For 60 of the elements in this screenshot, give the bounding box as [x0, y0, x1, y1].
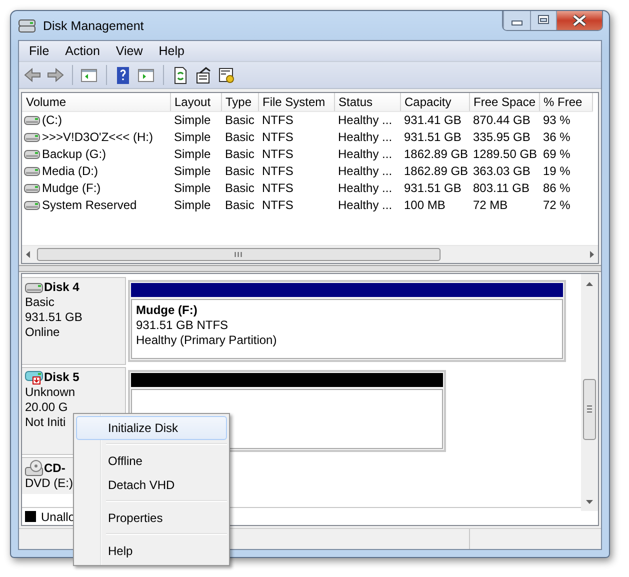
table-cell-text: Basic: [224, 129, 256, 146]
table-cell-text: 36 %: [542, 129, 572, 146]
table-cell-text: NTFS: [261, 163, 294, 180]
table-cell-text: Healthy ...: [337, 146, 394, 162]
disk-info: 20.00 G: [25, 400, 69, 415]
table-cell-text: 69 %: [542, 146, 572, 162]
disk-name: Disk 4: [44, 280, 80, 295]
table-cell: (C:): [42, 113, 62, 127]
table-cell-text: 931.51 GB: [403, 129, 462, 146]
disk-name: CD-: [44, 460, 66, 476]
table-cell-text: 72 %: [542, 197, 572, 214]
table-cell-text: NTFS: [261, 129, 294, 146]
table-cell-text: Basic: [224, 146, 256, 162]
table-cell-text: 335.95 GB: [472, 129, 532, 146]
table-cell-text: Basic: [224, 163, 256, 180]
table-cell-text: NTFS: [261, 180, 294, 196]
table-cell-text: Healthy ...: [337, 180, 394, 196]
disk-name: Disk 5: [44, 370, 80, 385]
table-cell-text: 100 MB: [403, 197, 446, 214]
window-title: Disk Management: [43, 18, 144, 32]
table-cell-text: 72 MB: [472, 197, 509, 214]
table-cell: Media (D:): [42, 164, 98, 178]
table-cell: 870.44 GB: [469, 111, 539, 128]
partition-title: Mudge (F:): [136, 303, 198, 318]
disk-info: Online: [25, 325, 61, 340]
table-cell: Backup (G:): [42, 147, 106, 161]
table-cell-text: Simple: [173, 146, 212, 162]
table-cell-text: Simple: [173, 180, 212, 196]
partition-info: Healthy (Primary Partition): [136, 333, 278, 348]
table-cell-text: 1289.50 GB: [472, 146, 538, 162]
table-cell-text: 931.51 GB: [403, 180, 462, 196]
disk-info: 931.51 GB: [25, 310, 84, 325]
table-cell-text: NTFS: [261, 146, 294, 162]
table-cell: Simple: [170, 111, 221, 128]
disk-info: Unknown: [25, 385, 76, 400]
table-cell: 931.41 GB: [400, 111, 469, 128]
table-cell: System Reserved: [42, 198, 137, 212]
table-cell: Mudge (F:): [42, 181, 101, 195]
table-cell-text: 363.03 GB: [472, 163, 532, 180]
table-cell-text: 86 %: [542, 180, 572, 196]
table-cell: 93 %: [539, 111, 592, 128]
table-cell-text: Healthy ...: [337, 163, 394, 180]
table-cell: Basic: [221, 111, 258, 128]
table-cell-text: Healthy ...: [337, 197, 394, 214]
table-cell-text: 1862.89 GB: [403, 146, 469, 162]
table-cell-text: 1862.89 GB: [403, 163, 469, 180]
table-cell-text: Simple: [173, 129, 212, 146]
table-cell-text: Basic: [224, 180, 256, 196]
table-cell: >>>V!D3O'Z<<< (H:): [42, 130, 154, 144]
table-cell-text: 803.11 GB: [472, 180, 530, 196]
table-cell-text: Simple: [173, 163, 212, 180]
partition-info: 931.51 GB NTFS: [136, 318, 230, 333]
disk-info: Basic: [25, 295, 56, 310]
table-cell-text: Basic: [224, 197, 256, 214]
table-cell: NTFS: [258, 111, 334, 128]
table-cell: Healthy ...: [334, 111, 400, 128]
table-cell-text: 19 %: [542, 163, 572, 180]
table-cell-text: Healthy ...: [337, 129, 394, 146]
table-cell-text: NTFS: [261, 197, 294, 214]
table-cell-text: Simple: [173, 197, 212, 214]
